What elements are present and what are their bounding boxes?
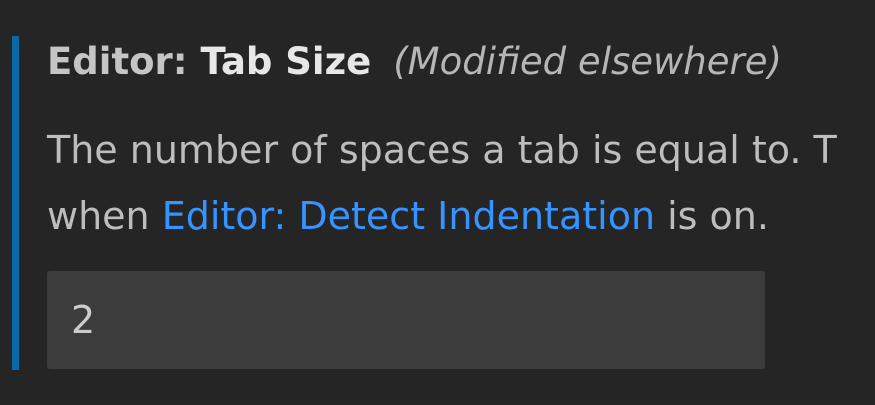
setting-label: Tab Size [200, 40, 372, 83]
setting-title: Editor: Tab Size (Modified elsewhere) [47, 38, 782, 86]
focus-indicator [12, 36, 19, 370]
tab-size-input[interactable] [47, 271, 765, 369]
modified-elsewhere-indicator[interactable]: (Modified elsewhere) [393, 40, 782, 83]
setting-description: The number of spaces a tab is equal to. … [47, 117, 837, 249]
setting-item-tab-size: Editor: Tab Size (Modified elsewhere) The… [0, 0, 875, 405]
description-text-before-link: when [47, 194, 162, 238]
description-line-2: when Editor: Detect Indentation is on. [47, 183, 837, 249]
setting-category: Editor: [47, 40, 201, 83]
description-line-1: The number of spaces a tab is equal to. … [47, 128, 837, 172]
detect-indentation-link[interactable]: Editor: Detect Indentation [162, 194, 655, 238]
description-text-after-link: is on. [655, 194, 769, 238]
